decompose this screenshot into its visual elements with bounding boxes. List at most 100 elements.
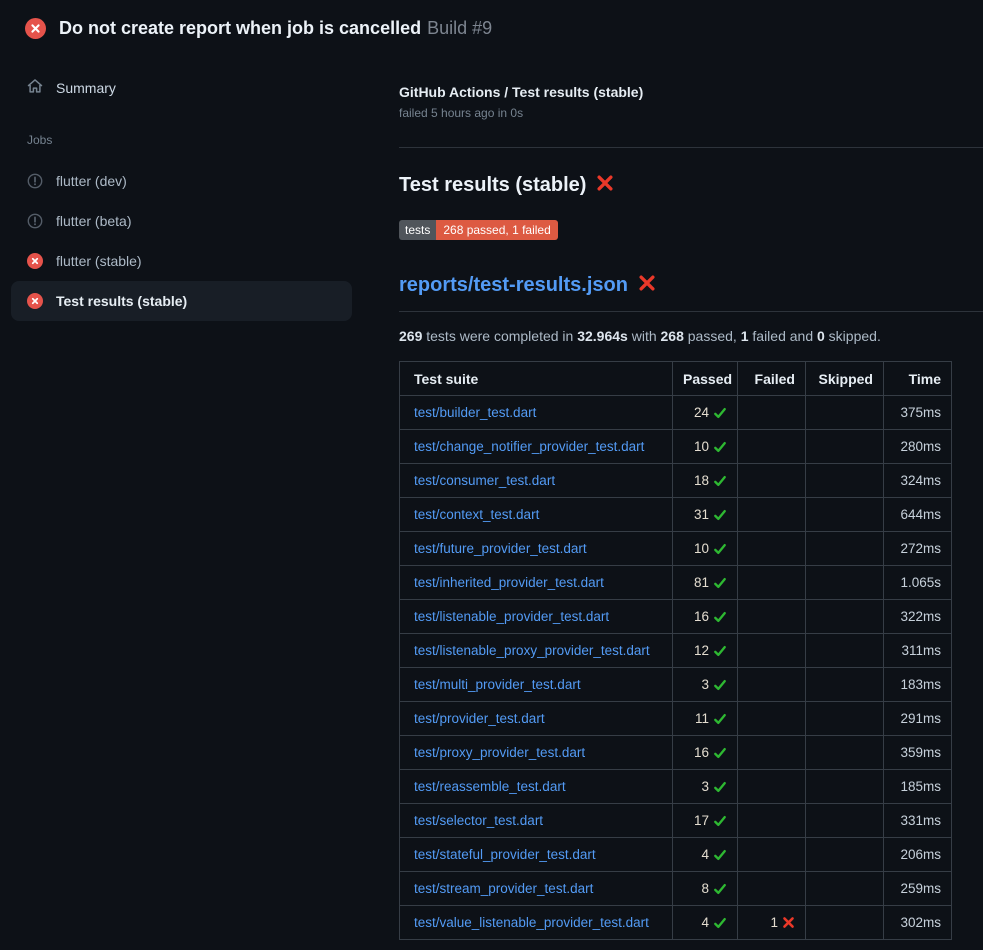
suite-cell: test/reassemble_test.dart [400,770,673,804]
col-header-skipped: Skipped [806,362,884,396]
test-suite-link[interactable]: test/stream_provider_test.dart [414,881,593,896]
col-header-time: Time [884,362,952,396]
skipped-cell [806,634,884,668]
table-row: test/listenable_proxy_provider_test.dart… [400,634,952,668]
suite-cell: test/context_test.dart [400,498,673,532]
check-icon [713,440,727,454]
failed-cell [738,396,806,430]
test-suite-link[interactable]: test/reassemble_test.dart [414,779,566,794]
skipped-cell [806,498,884,532]
passed-cell: 8 [673,872,738,906]
test-suite-link[interactable]: test/proxy_provider_test.dart [414,745,585,760]
passed-cell: 31 [673,498,738,532]
failed-cell [738,498,806,532]
failed-cell [738,770,806,804]
failed-cell [738,634,806,668]
table-row: test/context_test.dart 31 644ms [400,498,952,532]
test-suite-link[interactable]: test/provider_test.dart [414,711,545,726]
report-file-link[interactable]: reports/test-results.json [399,272,628,298]
skipped-cell [806,702,884,736]
summary-line: 269 tests were completed in 32.964s with… [399,328,983,344]
suite-cell: test/selector_test.dart [400,804,673,838]
total-count: 269 [399,328,422,344]
check-icon [713,712,727,726]
test-suite-link[interactable]: test/inherited_provider_test.dart [414,575,604,590]
test-suite-link[interactable]: test/multi_provider_test.dart [414,677,581,692]
sidebar-item-flutter-beta[interactable]: flutter (beta) [11,201,352,241]
table-row: test/value_listenable_provider_test.dart… [400,906,952,940]
section-title-text: Test results (stable) [399,172,586,198]
badge-value: 268 passed, 1 failed [436,220,557,240]
section-title: Test results (stable) [399,171,983,199]
check-icon [713,780,727,794]
table-row: test/listenable_provider_test.dart16322m… [400,600,952,634]
time-cell: 183ms [884,668,952,702]
table-row: test/future_provider_test.dart10272ms [400,532,952,566]
sidebar-item-flutter-dev[interactable]: flutter (dev) [11,161,352,201]
skipped-cell [806,532,884,566]
time-cell: 302ms [884,906,952,940]
test-suite-link[interactable]: test/value_listenable_provider_test.dart [414,915,649,930]
skipped-cell [806,804,884,838]
sidebar-item-label: Test results (stable) [56,293,187,309]
sidebar-item-label: flutter (dev) [56,173,127,189]
jobs-nav: flutter (dev) flutter (beta) flutter (st… [0,161,399,321]
cancelled-icon [27,173,43,189]
check-icon [713,542,727,556]
passed-cell: 12 [673,634,738,668]
duration: 32.964s [577,328,628,344]
failed-icon [27,253,43,269]
main-content: GitHub Actions / Test results (stable) f… [399,52,983,940]
suite-cell: test/value_listenable_provider_test.dart [400,906,673,940]
layout: Summary Jobs flutter (dev) flutter (beta… [0,52,983,940]
sidebar-item-test-results-stable[interactable]: Test results (stable) [11,281,352,321]
col-header-passed: Passed [673,362,738,396]
check-icon [713,916,727,930]
suite-cell: test/provider_test.dart [400,702,673,736]
passed-cell: 16 [673,736,738,770]
suite-cell: test/stateful_provider_test.dart [400,838,673,872]
passed-cell: 3 [673,770,738,804]
failed-cell [738,804,806,838]
summary-text: passed, [684,328,741,344]
passed-cell: 4 [673,906,738,940]
check-icon [713,814,727,828]
failed-cell [738,872,806,906]
cross-icon [782,916,795,929]
table-row: test/reassemble_test.dart 3 185ms [400,770,952,804]
passed-count: 268 [661,328,684,344]
check-icon [713,678,727,692]
test-suite-link[interactable]: test/selector_test.dart [414,813,543,828]
test-suite-link[interactable]: test/consumer_test.dart [414,473,555,488]
table-header-row: Test suite Passed Failed Skipped Time [400,362,952,396]
sidebar-item-flutter-stable[interactable]: flutter (stable) [11,241,352,281]
failed-cell [738,600,806,634]
test-suite-link[interactable]: test/builder_test.dart [414,405,536,420]
time-cell: 644ms [884,498,952,532]
summary-text: tests were completed in [422,328,577,344]
table-row: test/stream_provider_test.dart 8 259ms [400,872,952,906]
time-cell: 280ms [884,430,952,464]
test-suite-link[interactable]: test/stateful_provider_test.dart [414,847,596,862]
suite-cell: test/builder_test.dart [400,396,673,430]
suite-cell: test/stream_provider_test.dart [400,872,673,906]
check-icon [713,746,727,760]
test-suite-link[interactable]: test/context_test.dart [414,507,539,522]
table-row: test/provider_test.dart11291ms [400,702,952,736]
time-cell: 259ms [884,872,952,906]
passed-cell: 4 [673,838,738,872]
test-suite-link[interactable]: test/change_notifier_provider_test.dart [414,439,644,454]
time-cell: 331ms [884,804,952,838]
cross-icon [596,173,614,199]
check-icon [713,848,727,862]
skipped-cell [806,906,884,940]
skipped-cell [806,736,884,770]
test-suite-link[interactable]: test/listenable_provider_test.dart [414,609,609,624]
time-cell: 185ms [884,770,952,804]
table-row: test/builder_test.dart24375ms [400,396,952,430]
summary-text: with [628,328,661,344]
passed-cell: 3 [673,668,738,702]
test-suite-link[interactable]: test/future_provider_test.dart [414,541,587,556]
test-suite-link[interactable]: test/listenable_proxy_provider_test.dart [414,643,650,658]
sidebar-item-summary[interactable]: Summary [0,72,399,103]
